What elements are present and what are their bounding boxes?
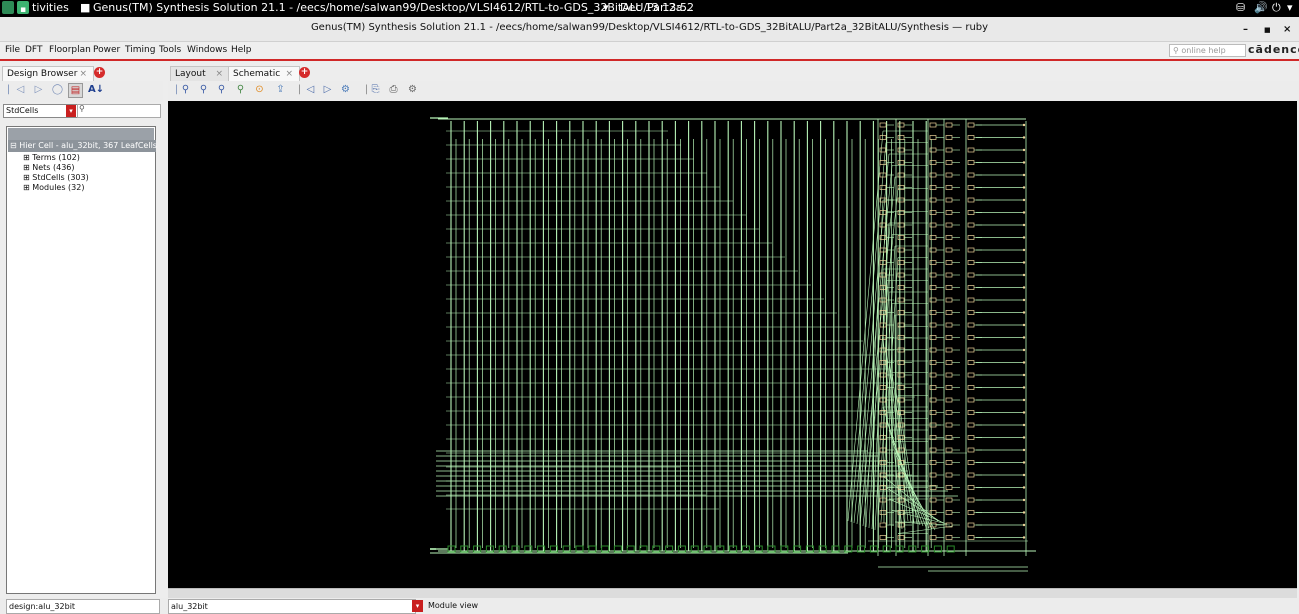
app-grid-icon[interactable]: ▪ (2, 0, 32, 16)
tree-item-label: StdCells (303) (32, 173, 89, 182)
print-icon[interactable]: ⎙ (387, 83, 400, 96)
menu-file[interactable]: File (5, 45, 20, 55)
zoom-fit-icon[interactable]: ⚲ (215, 83, 228, 96)
chevron-down-icon[interactable]: ▾ (412, 600, 423, 612)
menu-power[interactable]: Power (93, 45, 120, 55)
power-menu-chevron-icon[interactable]: ▾ (1287, 1, 1293, 14)
expand-icon[interactable]: ⊞ (23, 153, 32, 162)
menu-dft[interactable]: DFT (25, 45, 42, 55)
chevron-down-icon[interactable]: ▾ (66, 105, 76, 117)
cadence-logo: cādence (1248, 43, 1299, 56)
forward-icon[interactable]: ▷ (321, 83, 334, 96)
menu-tools[interactable]: Tools (159, 45, 181, 55)
system-top-bar: ▪ tivities ■ Genus(TM) Synthesis Solutio… (0, 0, 1299, 17)
refresh-icon[interactable]: ⊙ (253, 83, 266, 96)
expand-icon[interactable]: ⊞ (23, 173, 32, 182)
back-icon[interactable]: ◁ (14, 83, 27, 96)
tree-item-terms[interactable]: ⊞ Terms (102) (23, 153, 80, 162)
minimize-button[interactable]: – (1243, 24, 1248, 35)
schematic-drawing[interactable] (168, 101, 1297, 588)
volume-icon[interactable]: 🔊 (1254, 1, 1268, 14)
chevron-down-icon[interactable]: ▾ (603, 1, 609, 14)
add-tab-button[interactable]: + (94, 67, 105, 78)
tree-item-nets[interactable]: ⊞ Nets (436) (23, 163, 75, 172)
expand-icon[interactable]: ⊞ (23, 183, 32, 192)
close-button[interactable]: × (1283, 24, 1291, 35)
tree-item-label: Nets (436) (32, 163, 75, 172)
stop-icon[interactable]: ◯ (51, 83, 64, 96)
hierarchy-up-icon[interactable]: ⇪ (274, 83, 287, 96)
close-icon[interactable]: × (285, 67, 293, 82)
module-select[interactable]: alu_32bit (168, 599, 416, 614)
tree-item-stdcells[interactable]: ⊞ StdCells (303) (23, 173, 89, 182)
expand-cells-icon[interactable]: ⚙ (339, 83, 352, 96)
tree-root-item[interactable]: ⊟ Hier Cell - alu_32bit, 367 LeafCells (8, 140, 157, 152)
window-title: Genus(TM) Synthesis Solution 21.1 - /eec… (310, 22, 989, 33)
design-browser-toolbar: | ◁ ▷ ◯ ▤ A↓ (0, 81, 163, 102)
zoom-in-icon[interactable]: ⚲ (179, 83, 192, 96)
clock[interactable]: Dec 13 13:52 (620, 1, 694, 14)
menu-help[interactable]: Help (231, 45, 252, 55)
tab-layout[interactable]: Layout × (170, 66, 230, 82)
tree-header (8, 128, 154, 140)
add-tab-button[interactable]: + (299, 67, 310, 78)
tab-design-browser-label: Design Browser (7, 69, 78, 79)
svg-text:▪: ▪ (20, 5, 26, 15)
collapse-icon[interactable]: ⊟ (10, 141, 19, 150)
status-bar: design:alu_32bit alu_32bit ▾ Module view (0, 598, 1299, 614)
maximize-button[interactable]: ■ (1264, 26, 1271, 34)
window-title-bar: Genus(TM) Synthesis Solution 21.1 - /eec… (0, 17, 1299, 42)
tree-item-modules[interactable]: ⊞ Modules (32) (23, 183, 84, 192)
view-mode-label: Module view (428, 601, 479, 610)
sort-az-icon[interactable]: A↓ (88, 83, 104, 96)
forward-icon[interactable]: ▷ (32, 83, 45, 96)
menu-windows[interactable]: Windows (187, 45, 227, 55)
cell-type-value: StdCells (6, 106, 39, 115)
close-icon[interactable]: × (79, 67, 87, 82)
zoom-out-icon[interactable]: ⚲ (197, 83, 210, 96)
search-icon: ⚲ (79, 104, 85, 113)
window-icon: ■ (80, 1, 91, 14)
activities-button[interactable]: tivities (32, 1, 69, 14)
close-icon[interactable]: × (215, 67, 223, 82)
hier-view-icon[interactable]: ▤ (68, 83, 83, 98)
network-icon[interactable]: ⛁ (1236, 1, 1245, 14)
menu-timing[interactable]: Timing (125, 45, 155, 55)
back-icon[interactable]: ◁ (304, 83, 317, 96)
tree-item-label: Terms (102) (32, 153, 80, 162)
menu-bar: File DFT Floorplan Power Timing Tools Wi… (0, 42, 1299, 61)
schematic-toolbar: | ⚲ ⚲ ⚲ ⚲ ⊙ ⇪ | ◁ ▷ ⚙ | ⎘ ⎙ ⚙ (168, 81, 1299, 101)
tab-schematic-label: Schematic (233, 69, 281, 79)
horizontal-scrollbar[interactable] (168, 588, 1297, 598)
menu-floorplan[interactable]: Floorplan (49, 45, 91, 55)
tree-item-label: Modules (32) (32, 183, 85, 192)
online-help-placeholder: online help (1181, 46, 1226, 55)
design-tree[interactable]: ⊟ Hier Cell - alu_32bit, 367 LeafCells ⊞… (6, 126, 157, 594)
export-icon[interactable]: ⎘ (369, 83, 382, 96)
expand-icon[interactable]: ⊞ (23, 163, 32, 172)
design-status: design:alu_32bit (6, 599, 160, 614)
schematic-canvas[interactable] (168, 101, 1297, 588)
power-icon[interactable]: ⏻ (1272, 1, 1281, 15)
tree-root-label: Hier Cell - alu_32bit, 367 LeafCells (19, 141, 157, 150)
tab-layout-label: Layout (175, 69, 206, 79)
tab-schematic[interactable]: Schematic × (228, 66, 300, 82)
tab-design-browser[interactable]: Design Browser × (2, 66, 94, 82)
gear-icon[interactable]: ⚙ (406, 83, 419, 96)
zoom-select-icon[interactable]: ⚲ (234, 83, 247, 96)
online-help-search[interactable]: ⚲ online help (1169, 44, 1246, 57)
design-filter-input[interactable]: ⚲ (77, 104, 161, 118)
